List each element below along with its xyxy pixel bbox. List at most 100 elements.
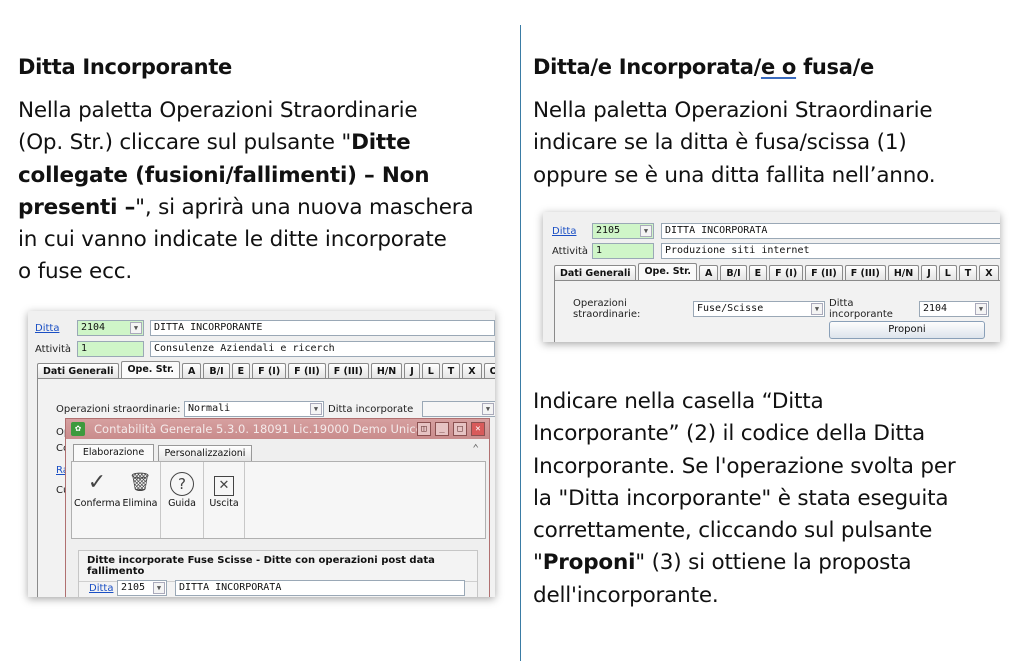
right-heading: Ditta/e Incorporata/e o fusa/e [533, 55, 874, 79]
text-run: o fuse ecc. [18, 259, 132, 285]
guida-label: Guida [168, 498, 196, 509]
attivita-desc-field[interactable]: Consulenze Aziendali e ricerch [150, 341, 495, 357]
tab-o-se[interactable]: O Se [483, 363, 495, 379]
tab-bar: Dati Generali Ope. Str. A B/I E F (I) F (II) F … [37, 361, 495, 379]
ribbon-separator [244, 462, 245, 538]
text-line: Incorporante. Se l'operazione svolta per [533, 451, 1028, 483]
ditta-code-field[interactable]: 2105 ▼ [592, 223, 654, 239]
op-select[interactable]: Normali ▼ [184, 401, 324, 417]
text-line: Indicare nella casella “Ditta [533, 386, 1028, 418]
tab-j[interactable]: J [921, 265, 937, 281]
exit-icon: ✕ [204, 468, 244, 498]
tab-t[interactable]: T [441, 363, 461, 379]
op-select[interactable]: Fuse/Scisse ▼ [693, 301, 825, 317]
op-label: Operazioni straordinarie: [56, 403, 181, 415]
ribbon-separator [160, 462, 161, 538]
tab-h-n[interactable]: H/N [370, 363, 403, 379]
tab-b-i[interactable]: B/I [720, 265, 747, 281]
uscita-button[interactable]: ✕ Uscita [204, 468, 244, 532]
tab-f-i[interactable]: F (I) [769, 265, 804, 281]
attivita-label: Attività [35, 343, 72, 355]
ribbon: ✓ Conferma 🗑 Elimina ? Guida ✕ Uscita [71, 461, 486, 539]
text-run: (Op. Str.) cliccare sul pulsante " [18, 130, 352, 156]
elimina-label: Elimina [122, 498, 158, 509]
tab-l[interactable]: L [938, 265, 957, 281]
ditta-incorporate-label: Ditta incorporate [328, 403, 414, 415]
chevron-down-icon[interactable]: ▼ [130, 322, 142, 334]
attivita-code-field[interactable]: 1 [592, 243, 654, 259]
tab-dati-generali[interactable]: Dati Generali [554, 265, 637, 281]
text-line: indicare se la ditta è fusa/scissa (1) [533, 127, 1028, 159]
ditta-link[interactable]: Ditta [552, 226, 592, 237]
ditta-name-field[interactable]: DITTA INCORPORATA [661, 223, 1000, 239]
tab-dati-generali[interactable]: Dati Generali [37, 363, 120, 379]
minimize-icon[interactable]: _ [435, 422, 449, 436]
attivita-label: Attività [552, 245, 589, 257]
left-paragraph: Nella paletta Operazioni Straordinarie (O… [18, 95, 513, 289]
ditta-link[interactable]: Ditta [35, 323, 77, 334]
elimina-button[interactable]: 🗑 Elimina [120, 468, 160, 532]
checkmark-icon: ✓ [87, 470, 107, 495]
tab-t[interactable]: T [958, 265, 978, 281]
incorporata-code-field[interactable]: 2105 ▼ [117, 580, 167, 596]
tab-f-iii[interactable]: F (III) [327, 363, 369, 379]
guida-button[interactable]: ? Guida [162, 468, 202, 532]
text-run: " (3) si ottiene la proposta [635, 550, 912, 576]
tab-f-i[interactable]: F (I) [252, 363, 287, 379]
tab-l[interactable]: L [421, 363, 440, 379]
attivita-code-field[interactable]: 1 [77, 341, 144, 357]
proponi-button[interactable]: Proponi [829, 321, 985, 339]
chevron-down-icon[interactable]: ▼ [153, 582, 165, 594]
chevron-down-icon[interactable]: ▼ [975, 303, 987, 315]
maximize-icon[interactable]: □ [453, 422, 467, 436]
left-heading: Ditta Incorporante [18, 55, 233, 79]
right-paragraph-1: Nella paletta Operazioni Straordinarie in… [533, 95, 1028, 192]
tab-j[interactable]: J [404, 363, 420, 379]
text-run: Indicare nella casella “Ditta [533, 389, 824, 414]
op-label: Operazioni straordinarie: [573, 298, 641, 320]
tab-e[interactable]: E [748, 265, 768, 281]
tab-x[interactable]: X [462, 363, 482, 379]
attivita-desc-field[interactable]: Produzione siti internet [661, 243, 1000, 259]
ditta-name-field[interactable]: DITTA INCORPORANTE [150, 320, 495, 336]
incorporata-name-field[interactable]: DITTA INCORPORATA [175, 580, 465, 596]
collapse-icon[interactable]: ⌃ [472, 442, 479, 455]
tab-elaborazione[interactable]: Elaborazione [73, 444, 154, 461]
tab-a[interactable]: A [182, 363, 202, 379]
text-line: oppure se è una ditta fallita nell’anno. [533, 160, 1028, 192]
tab-e[interactable]: E [231, 363, 251, 379]
tab-x[interactable]: X [979, 265, 999, 281]
tab-f-iii[interactable]: F (III) [844, 265, 886, 281]
bold-text: Proponi [542, 550, 636, 576]
restore-icon[interactable]: ◫ [417, 422, 431, 436]
text-line: "Proponi" (3) si ottiene la proposta [533, 547, 1028, 579]
screenshot-ditta-incorporata: Ditta 2105 ▼ DITTA INCORPORATA Attività 1… [543, 212, 1000, 342]
tab-a[interactable]: A [699, 265, 719, 281]
attivita-row: Attività 1 Produzione siti internet [552, 242, 1000, 260]
ditta-code-field[interactable]: 2104 ▼ [77, 320, 144, 336]
text-line: la "Ditta incorporante" è stata eseguita [533, 483, 1028, 515]
chevron-down-icon[interactable]: ▼ [482, 403, 494, 415]
text-run: " [533, 550, 543, 576]
tab-f-ii[interactable]: F (II) [805, 265, 843, 281]
op-row: Operazioni straordinarie: Fuse/Scisse ▼ D… [573, 298, 989, 320]
tab-f-ii[interactable]: F (II) [288, 363, 326, 379]
tab-b-i[interactable]: B/I [203, 363, 230, 379]
screenshot-ditta-incorporante: Ditta 2104 ▼ DITTA INCORPORANTE Attività … [28, 311, 495, 597]
chevron-down-icon[interactable]: ▼ [310, 403, 322, 415]
tab-personalizzazioni[interactable]: Personalizzazioni [158, 445, 252, 461]
text-run: indicare se la ditta è fusa/scissa (1) [533, 130, 907, 156]
ditta-incorporante-select[interactable]: 2104 ▼ [919, 301, 989, 317]
ditta-incorporate-select[interactable]: ▼ [422, 401, 495, 417]
tab-h-n[interactable]: H/N [887, 265, 920, 281]
ditta-link[interactable]: Ditta [89, 583, 117, 594]
bold-text: Ditte [351, 130, 411, 156]
conferma-button[interactable]: ✓ Conferma [74, 468, 120, 532]
text-run: Incorporante” (2) il codice della Ditta [533, 421, 925, 447]
close-icon[interactable]: ✕ [471, 422, 485, 436]
uscita-label: Uscita [209, 498, 239, 509]
tab-ope-str[interactable]: Ope. Str. [121, 361, 181, 379]
chevron-down-icon[interactable]: ▼ [640, 225, 652, 237]
tab-ope-str[interactable]: Ope. Str. [638, 263, 698, 281]
chevron-down-icon[interactable]: ▼ [811, 303, 823, 315]
